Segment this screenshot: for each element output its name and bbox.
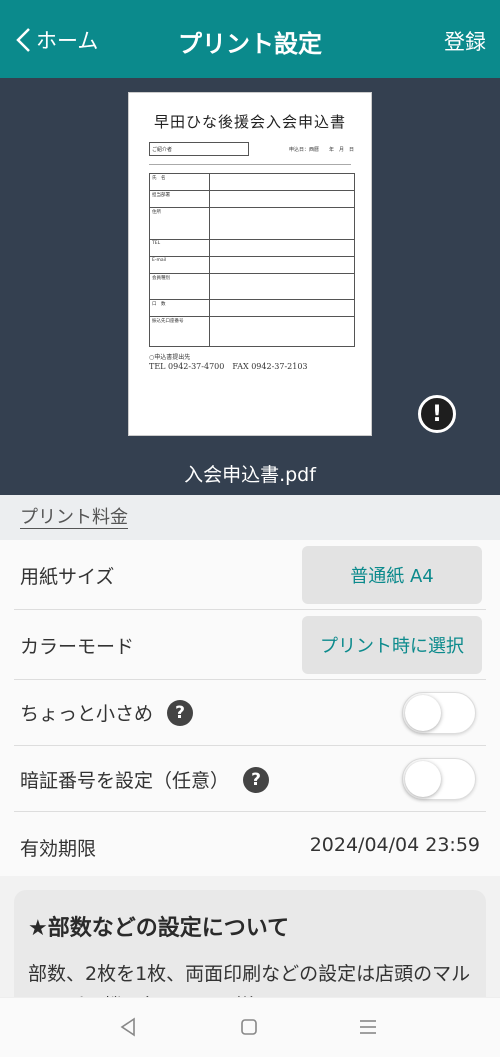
expiry-label: 有効期限 xyxy=(20,838,97,860)
help-icon[interactable]: ? xyxy=(243,766,270,793)
document-title: 早田ひな後援会入会申込書 xyxy=(153,113,346,131)
document-footer-contact: TEL 0942-37-4700 FAX 0942-37-2103 xyxy=(149,362,308,371)
chevron-left-icon xyxy=(16,28,30,52)
doc-cell xyxy=(209,273,355,300)
doc-cell xyxy=(209,239,355,257)
doc-cell: E-mail xyxy=(149,256,210,274)
document-preview-area: 早田ひな後援会入会申込書 ご紹介者 申込日：西暦 年 月 日 氏 名 担当部署 … xyxy=(0,78,500,495)
doc-cell xyxy=(209,256,355,274)
doc-cell: 住所 xyxy=(149,207,210,240)
exclamation-icon[interactable]: ! xyxy=(418,395,456,433)
print-fee-section: プリント料金 xyxy=(0,495,500,540)
doc-cell xyxy=(209,190,355,208)
smaller-toggle[interactable] xyxy=(402,692,476,734)
paper-size-label: 用紙サイズ xyxy=(20,566,115,588)
help-icon[interactable]: ? xyxy=(167,699,194,726)
color-mode-button[interactable]: プリント時に選択 xyxy=(302,616,482,674)
nav-back-icon[interactable] xyxy=(113,1012,143,1042)
pin-row: 暗証番号を設定（任意） ? xyxy=(14,746,486,812)
smaller-row: ちょっと小さめ ? xyxy=(14,680,486,746)
nav-menu-icon[interactable] xyxy=(353,1012,383,1042)
doc-cell xyxy=(209,316,355,347)
document-form-table: 氏 名 担当部署 住所 TEL E-mail 会員種別 口 数 振込先口座番号 xyxy=(149,173,355,347)
register-button[interactable]: 登録 xyxy=(444,26,486,56)
print-fee-link[interactable]: プリント料金 xyxy=(20,508,128,529)
doc-cell xyxy=(209,207,355,240)
back-label: ホーム xyxy=(36,29,99,53)
color-mode-row: カラーモード プリント時に選択 xyxy=(14,610,486,680)
doc-cell: TEL xyxy=(149,239,210,257)
doc-cell: 氏 名 xyxy=(149,173,210,191)
doc-cell xyxy=(209,299,355,317)
document-divider xyxy=(149,164,351,165)
doc-cell: 担当部署 xyxy=(149,190,210,208)
pin-label: 暗証番号を設定（任意） xyxy=(20,770,230,792)
toggle-knob xyxy=(405,695,441,731)
nav-home-icon[interactable] xyxy=(234,1012,264,1042)
expiry-row: 有効期限 2024/04/04 23:59 xyxy=(14,812,486,876)
file-name: 入会申込書.pdf xyxy=(184,464,316,486)
doc-cell: 口 数 xyxy=(149,299,210,317)
doc-cell: 振込先口座番号 xyxy=(149,316,210,347)
top-bar: ホーム プリント設定 登録 xyxy=(0,0,500,78)
info-heading: ★部数などの設定について xyxy=(28,916,290,941)
smaller-label: ちょっと小さめ xyxy=(20,703,154,725)
document-footer-title: ○申込書提出先 xyxy=(149,354,191,361)
pin-toggle[interactable] xyxy=(402,758,476,800)
expiry-value: 2024/04/04 23:59 xyxy=(309,834,480,856)
document-date: 申込日：西暦 年 月 日 xyxy=(289,147,355,153)
document-introducer-box: ご紹介者 xyxy=(149,142,249,156)
document-thumbnail[interactable]: 早田ひな後援会入会申込書 ご紹介者 申込日：西暦 年 月 日 氏 名 担当部署 … xyxy=(128,92,372,436)
paper-size-row: 用紙サイズ 普通紙 A4 xyxy=(14,540,486,610)
doc-cell xyxy=(209,173,355,191)
back-button[interactable]: ホーム xyxy=(14,22,98,58)
paper-size-button[interactable]: 普通紙 A4 xyxy=(302,546,482,604)
toggle-knob xyxy=(405,761,441,797)
doc-cell: 会員種別 xyxy=(149,273,210,300)
color-mode-label: カラーモード xyxy=(20,636,135,658)
settings-list: 用紙サイズ 普通紙 A4 カラーモード プリント時に選択 ちょっと小さめ ? 暗… xyxy=(0,540,500,876)
system-nav-bar xyxy=(0,997,500,1057)
